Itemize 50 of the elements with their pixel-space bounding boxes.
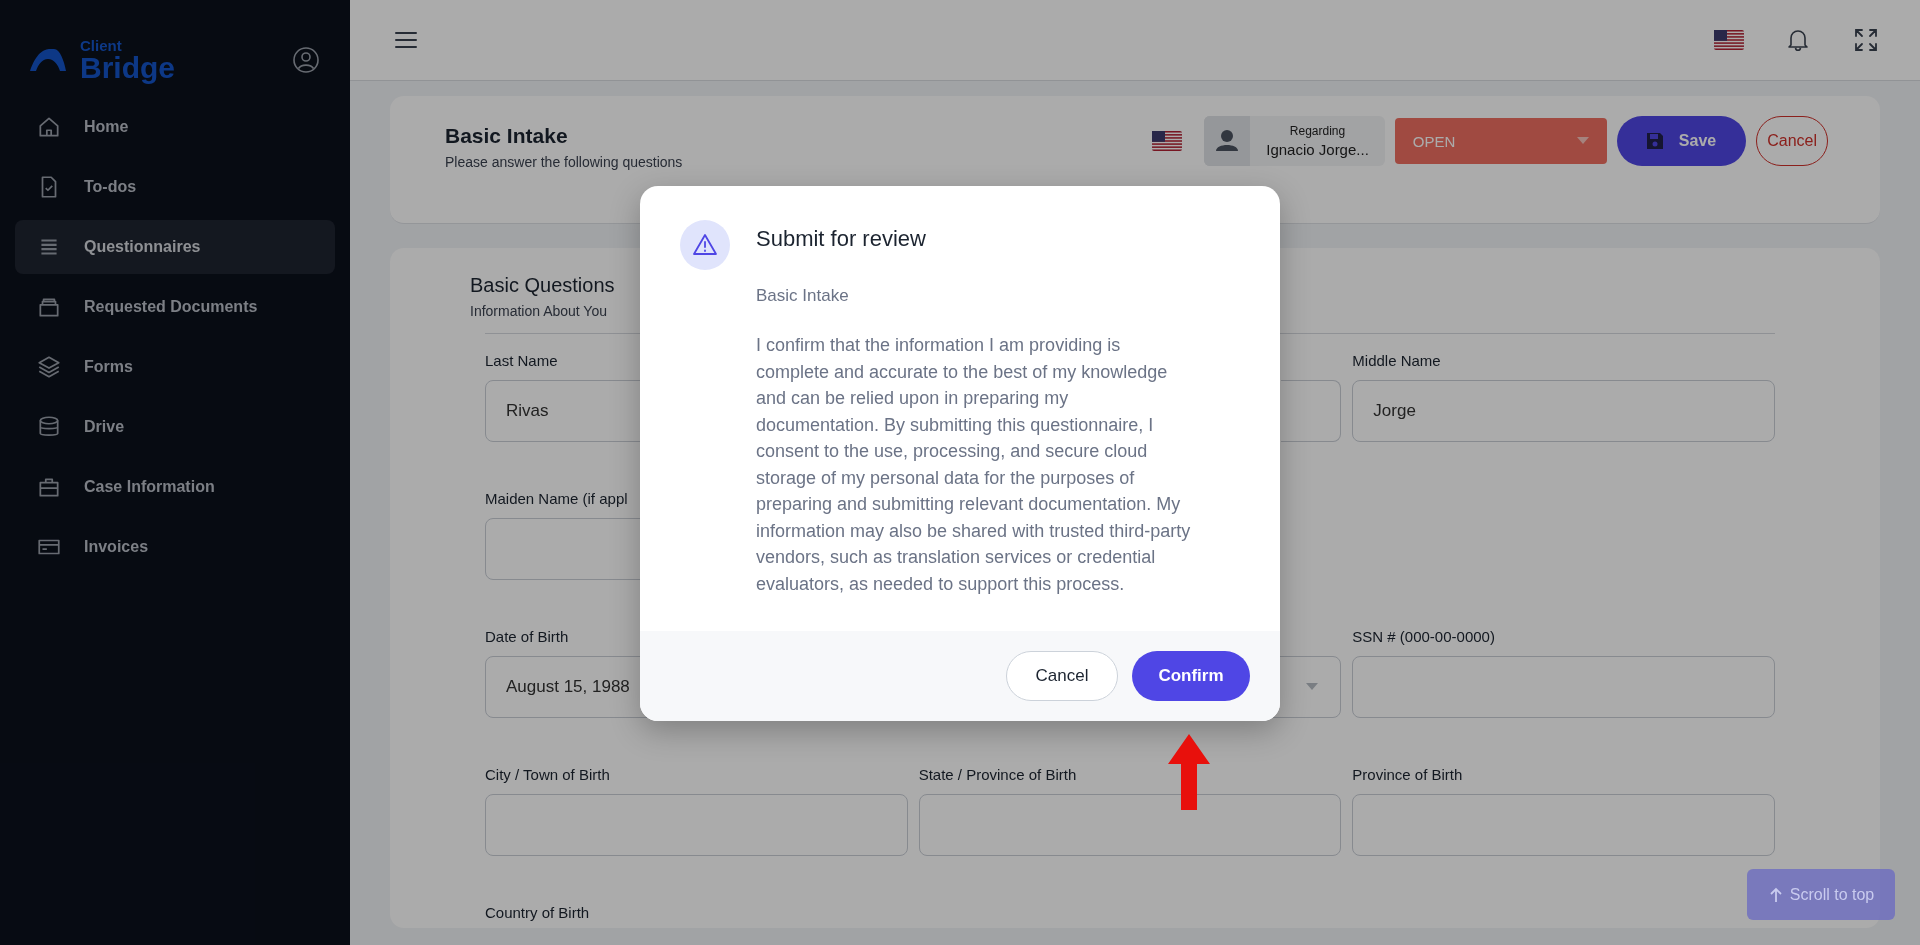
page-title: Basic Intake <box>445 124 569 148</box>
expand-icon[interactable] <box>1852 26 1880 54</box>
text-field[interactable] <box>1352 656 1775 718</box>
sidebar-item[interactable]: Requested Documents <box>15 280 335 334</box>
sidebar-item[interactable]: Home <box>15 100 335 154</box>
flag-icon[interactable] <box>1714 30 1744 50</box>
logo-icon <box>30 49 66 71</box>
field-label: Last Name <box>485 352 558 371</box>
page-subtitle: Please answer the following questions <box>445 154 684 170</box>
status-dropdown[interactable]: OPEN <box>1394 118 1607 164</box>
cancel-button[interactable]: Cancel <box>1756 116 1828 166</box>
caret-icon <box>1306 683 1319 691</box>
text-field[interactable] <box>485 794 908 856</box>
sidebar-item[interactable]: Invoices <box>15 520 335 574</box>
annotation-arrow-icon <box>1168 734 1210 810</box>
field-label: Date of Birth <box>485 628 569 647</box>
field-label: Country of Birth <box>485 904 590 923</box>
regarding-name: Ignacio Jorge... <box>1266 141 1369 158</box>
field-label: SSN # (000-00-0000) <box>1352 628 1495 647</box>
sidebar-item[interactable]: Forms <box>15 340 335 394</box>
caret-icon <box>1576 137 1589 145</box>
section-title: Basic Questions <box>470 274 615 297</box>
cancel-button[interactable]: Cancel <box>1006 651 1118 701</box>
flag-icon[interactable] <box>1152 131 1183 151</box>
scroll-to-top-button[interactable]: Scroll to top <box>1747 869 1895 920</box>
text-field[interactable] <box>1352 794 1775 856</box>
field-label: Province of Birth <box>1352 766 1463 785</box>
text-field[interactable] <box>1281 380 1342 442</box>
text-field[interactable]: Jorge <box>1352 380 1775 442</box>
save-button[interactable]: Save <box>1616 116 1747 166</box>
dialog-title: Submit for review <box>756 226 927 252</box>
warning-icon <box>692 232 718 258</box>
user-icon[interactable] <box>292 46 320 74</box>
logo-text: Bridge <box>80 52 175 83</box>
field-label: State / Province of Birth <box>918 766 1077 785</box>
regarding-label: Regarding <box>1289 124 1346 138</box>
sidebar-item[interactable]: Case Information <box>15 460 335 514</box>
dialog-text: I confirm that the information I am providing is complete and accurate to the best of my knowledge and can be relied upon in preparing my documentation. By submitting this questionnaire, I consent to the use, processing, and secure cloud storage of my personal data for the purposes of preparing and submitting relevant documentation. My information may also be shared with trusted third-party vendors, such as translation services or credential evaluators, as needed to support this process. <box>756 334 1192 596</box>
field-label: Maiden Name (if appl <box>485 490 628 509</box>
dialog-subtitle: Basic Intake <box>756 286 850 306</box>
section-subtitle: Information About You <box>470 303 607 319</box>
sidebar-item[interactable]: To-dos <box>15 160 335 214</box>
sidebar-item[interactable]: Questionnaires <box>15 220 335 274</box>
field-label: City / Town of Birth <box>485 766 610 785</box>
confirm-button[interactable]: Confirm <box>1132 651 1250 701</box>
layers-icon <box>36 354 62 380</box>
field-label: Middle Name <box>1352 352 1441 371</box>
sidebar-item[interactable]: Drive <box>15 400 335 454</box>
logo-text: Client <box>80 37 123 53</box>
text-field[interactable] <box>918 794 1342 856</box>
